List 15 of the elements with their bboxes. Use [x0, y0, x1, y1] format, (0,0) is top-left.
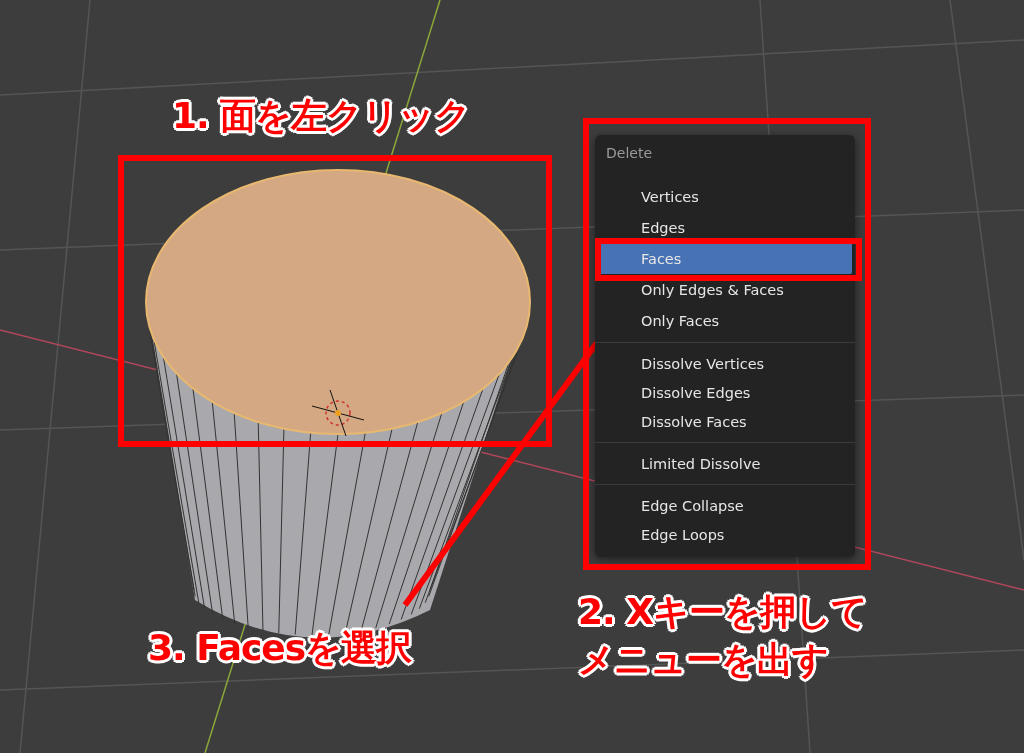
menu-item[interactable]: Edges	[598, 212, 852, 243]
menu-item[interactable]: Dissolve Vertices	[598, 349, 852, 378]
menu-item[interactable]: Limited Dissolve	[598, 449, 852, 478]
menu-title: Delete	[605, 144, 653, 163]
menu-item[interactable]: Only Faces	[598, 305, 852, 336]
menu-item[interactable]: Vertices	[598, 181, 852, 212]
step-caption: 1. 面を左クリック	[172, 94, 471, 138]
step-caption: 3. Facesを選択	[148, 626, 412, 670]
menu-item[interactable]: Only Edges & Faces	[598, 274, 852, 305]
menu-item[interactable]: Edge Loops	[598, 520, 852, 549]
step-caption: 2. Xキーを押して メニューを出す	[578, 590, 867, 682]
menu-item[interactable]: Faces	[598, 243, 852, 274]
menu-item[interactable]: Dissolve Faces	[598, 407, 852, 436]
menu-item[interactable]: Edge Collapse	[598, 491, 852, 520]
menu-item[interactable]: Dissolve Edges	[598, 378, 852, 407]
